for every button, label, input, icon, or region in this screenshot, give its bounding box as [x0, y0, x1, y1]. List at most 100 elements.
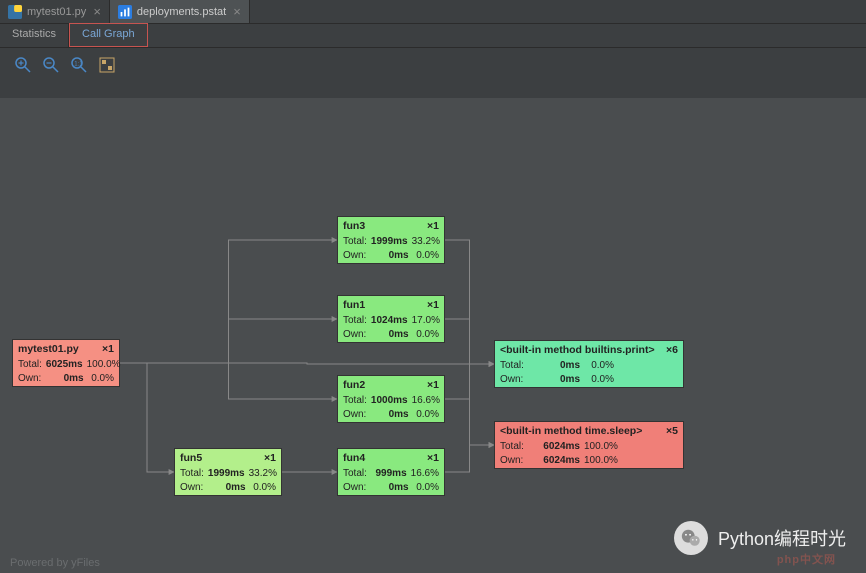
node-own-pct: 0.0% [413, 329, 439, 340]
node-total-ms: 999ms [371, 468, 407, 479]
node-calls: ×1 [264, 452, 276, 464]
edge-fun2-print [445, 364, 494, 399]
svg-text:1:1: 1:1 [74, 62, 83, 68]
node-title: fun5 [180, 452, 202, 464]
edge-fun3-print [445, 240, 494, 364]
graph-node-fun2[interactable]: fun2×1Total:1000ms16.6%Own:0ms0.0% [337, 375, 445, 423]
graph-node-print[interactable]: <built-in method builtins.print> ×6 Total:… [494, 340, 684, 388]
node-total-ms: 1999ms [208, 468, 245, 479]
zoom-in-icon[interactable] [14, 56, 32, 74]
file-tab-bar: mytest01.py × deployments.pstat × [0, 0, 866, 24]
node-title: fun3 [343, 220, 365, 232]
label-own: Own: [18, 373, 43, 384]
footer-credit: Powered by yFiles [10, 557, 100, 569]
wechat-icon [674, 521, 708, 555]
node-total-pct: 100.0% [87, 359, 117, 370]
node-total-pct: 33.2% [249, 468, 277, 479]
node-own-pct: 0.0% [88, 373, 114, 384]
tab-call-graph[interactable]: Call Graph [69, 23, 148, 47]
edge-root-fun5 [120, 363, 174, 472]
file-tab-label: deployments.pstat [137, 6, 226, 18]
node-calls: ×5 [666, 425, 678, 437]
pstat-file-icon [118, 5, 132, 19]
label-own: Own: [500, 374, 530, 385]
node-total-pct: 0.0% [584, 360, 614, 371]
node-total-pct: 16.6% [412, 395, 440, 406]
label-total: Total: [343, 236, 367, 247]
node-title: <built-in method builtins.print> [500, 344, 655, 356]
node-own-pct: 0.0% [413, 409, 439, 420]
node-own-ms: 0ms [209, 482, 246, 493]
tab-statistics[interactable]: Statistics [0, 24, 69, 47]
node-calls: ×1 [427, 220, 439, 232]
label-own: Own: [343, 250, 368, 261]
node-own-ms: 0ms [372, 329, 409, 340]
label-own: Own: [343, 409, 368, 420]
node-calls: ×1 [102, 343, 114, 355]
node-own-pct: 0.0% [584, 374, 614, 385]
close-icon[interactable]: × [231, 4, 241, 19]
node-title: fun2 [343, 379, 365, 391]
graph-node-fun1[interactable]: fun1×1Total:1024ms17.0%Own:0ms0.0% [337, 295, 445, 343]
node-total-ms: 6024ms [534, 441, 580, 452]
label-own: Own: [343, 482, 368, 493]
label-total: Total: [343, 315, 367, 326]
node-title: <built-in method time.sleep> [500, 425, 642, 437]
layout-icon[interactable] [98, 56, 116, 74]
sub-tab-bar: Statistics Call Graph [0, 24, 866, 48]
edge-fun1-print [445, 319, 494, 364]
file-tab-deployments[interactable]: deployments.pstat × [110, 0, 250, 23]
node-title: fun4 [343, 452, 365, 464]
file-tab-label: mytest01.py [27, 6, 86, 18]
label-total: Total: [180, 468, 204, 479]
close-icon[interactable]: × [91, 4, 101, 19]
file-tab-mytest01[interactable]: mytest01.py × [0, 0, 110, 23]
node-title: fun1 [343, 299, 365, 311]
label-total: Total: [18, 359, 42, 370]
graph-node-sleep[interactable]: <built-in method time.sleep> ×5 Total: 6024… [494, 421, 684, 469]
label-total: Total: [343, 468, 367, 479]
node-total-ms: 1024ms [371, 315, 408, 326]
edge-root-fun2 [120, 363, 337, 399]
graph-toolbar: 1:1 [0, 48, 866, 82]
node-total-ms: 1999ms [371, 236, 408, 247]
call-graph-canvas[interactable]: mytest01.py×1Total:6025ms100.0%Own:0ms0.… [0, 98, 866, 573]
graph-node-fun3[interactable]: fun3 ×1 Total: 1999ms 33.2% Own: 0ms 0.0% [337, 216, 445, 264]
node-total-pct: 33.2% [412, 236, 440, 247]
label-own: Own: [500, 455, 530, 466]
node-own-pct: 0.0% [413, 482, 439, 493]
python-file-icon [8, 5, 22, 19]
graph-node-root[interactable]: mytest01.py×1Total:6025ms100.0%Own:0ms0.… [12, 339, 120, 387]
node-own-ms: 0ms [47, 373, 84, 384]
label-total: Total: [500, 360, 530, 371]
node-calls: ×1 [427, 452, 439, 464]
node-own-pct: 0.0% [413, 250, 439, 261]
node-total-pct: 17.0% [412, 315, 440, 326]
edge-fun4-sleep [445, 445, 494, 472]
node-calls: ×1 [427, 299, 439, 311]
edge-root-print [120, 363, 494, 364]
edge-root-fun1 [120, 319, 337, 363]
node-calls: ×1 [427, 379, 439, 391]
label-total: Total: [343, 395, 367, 406]
edge-fun1-sleep [445, 319, 494, 445]
node-own-ms: 0ms [534, 374, 580, 385]
node-own-ms: 0ms [372, 409, 409, 420]
php-watermark: php中文网 [777, 551, 836, 567]
edge-root-fun3 [120, 240, 337, 363]
label-total: Total: [500, 441, 530, 452]
node-own-pct: 0.0% [250, 482, 276, 493]
node-own-ms: 0ms [372, 250, 409, 261]
node-total-ms: 0ms [534, 360, 580, 371]
zoom-out-icon[interactable] [42, 56, 60, 74]
watermark: Python编程时光 [674, 521, 846, 555]
graph-node-fun4[interactable]: fun4×1Total:999ms16.6%Own:0ms0.0% [337, 448, 445, 496]
watermark-text: Python编程时光 [718, 525, 846, 551]
label-own: Own: [180, 482, 205, 493]
node-own-ms: 0ms [372, 482, 409, 493]
edge-fun3-sleep [445, 240, 494, 445]
graph-node-fun5[interactable]: fun5 ×1 Total: 1999ms 33.2% Own: 0ms 0.0% [174, 448, 282, 496]
zoom-reset-icon[interactable]: 1:1 [70, 56, 88, 74]
node-own-ms: 6024ms [534, 455, 580, 466]
node-calls: ×6 [666, 344, 678, 356]
